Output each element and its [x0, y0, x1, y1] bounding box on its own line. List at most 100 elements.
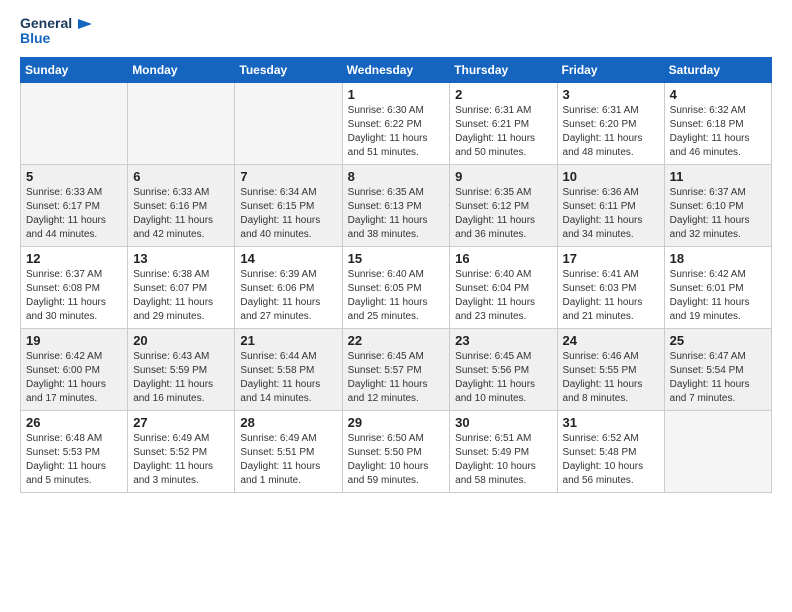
weekday-header-saturday: Saturday [664, 57, 771, 82]
calendar-cell: 19 Sunrise: 6:42 AM Sunset: 6:00 PM Dayli… [21, 328, 128, 410]
calendar-cell: 9Sunrise: 6:35 AM Sunset: 6:12 PM Daylig… [450, 164, 557, 246]
calendar-cell: 25 Sunrise: 6:47 AM Sunset: 5:54 PM Dayli… [664, 328, 771, 410]
day-info: Sunrise: 6:50 AM Sunset: 5:50 PM Dayligh… [348, 432, 445, 488]
calendar-week-row: 19 Sunrise: 6:42 AM Sunset: 6:00 PM Dayli… [21, 328, 772, 410]
calendar-cell: 15 Sunrise: 6:40 AM Sunset: 6:05 PM Dayli… [342, 246, 450, 328]
day-info: Sunrise: 6:46 AM Sunset: 5:55 PM Dayligh… [563, 350, 659, 406]
day-info: Sunrise: 6:36 AM Sunset: 6:11 PM Dayligh… [563, 186, 659, 242]
calendar-cell: 29 Sunrise: 6:50 AM Sunset: 5:50 PM Dayli… [342, 410, 450, 492]
day-number: 6 [133, 169, 229, 184]
day-number: 31 [563, 415, 659, 430]
calendar-cell: 3Sunrise: 6:31 AM Sunset: 6:20 PM Daylig… [557, 82, 664, 164]
day-number: 24 [563, 333, 659, 348]
day-number: 25 [670, 333, 766, 348]
day-number: 20 [133, 333, 229, 348]
page: General Blue SundayMondayTuesdayWednesda… [0, 0, 792, 612]
day-number: 2 [455, 87, 551, 102]
day-info: Sunrise: 6:45 AM Sunset: 5:56 PM Dayligh… [455, 350, 551, 406]
day-info: Sunrise: 6:39 AM Sunset: 6:06 PM Dayligh… [240, 268, 336, 324]
day-number: 19 [26, 333, 122, 348]
day-info: Sunrise: 6:44 AM Sunset: 5:58 PM Dayligh… [240, 350, 336, 406]
calendar-cell: 4 Sunrise: 6:32 AM Sunset: 6:18 PM Daylig… [664, 82, 771, 164]
calendar-cell: 12 Sunrise: 6:37 AM Sunset: 6:08 PM Dayli… [21, 246, 128, 328]
weekday-header-wednesday: Wednesday [342, 57, 450, 82]
calendar-cell [664, 410, 771, 492]
day-info: Sunrise: 6:47 AM Sunset: 5:54 PM Dayligh… [670, 350, 766, 406]
day-info: Sunrise: 6:52 AM Sunset: 5:48 PM Dayligh… [563, 432, 659, 488]
day-info: Sunrise: 6:41 AM Sunset: 6:03 PM Dayligh… [563, 268, 659, 324]
weekday-header-thursday: Thursday [450, 57, 557, 82]
day-info: Sunrise: 6:32 AM Sunset: 6:18 PM Dayligh… [670, 104, 766, 160]
calendar-cell: 24 Sunrise: 6:46 AM Sunset: 5:55 PM Dayli… [557, 328, 664, 410]
weekday-header-sunday: Sunday [21, 57, 128, 82]
day-number: 14 [240, 251, 336, 266]
header: General Blue [20, 16, 772, 47]
calendar-week-row: 1 Sunrise: 6:30 AM Sunset: 6:22 PM Daylig… [21, 82, 772, 164]
calendar-cell: 16 Sunrise: 6:40 AM Sunset: 6:04 PM Dayli… [450, 246, 557, 328]
day-number: 22 [348, 333, 445, 348]
calendar-cell: 14 Sunrise: 6:39 AM Sunset: 6:06 PM Dayli… [235, 246, 342, 328]
day-info: Sunrise: 6:49 AM Sunset: 5:52 PM Dayligh… [133, 432, 229, 488]
calendar-cell: 8 Sunrise: 6:35 AM Sunset: 6:13 PM Daylig… [342, 164, 450, 246]
day-info: Sunrise: 6:33 AM Sunset: 6:16 PM Dayligh… [133, 186, 229, 242]
day-info: Sunrise: 6:42 AM Sunset: 6:01 PM Dayligh… [670, 268, 766, 324]
calendar-cell: 2 Sunrise: 6:31 AM Sunset: 6:21 PM Daylig… [450, 82, 557, 164]
weekday-header-friday: Friday [557, 57, 664, 82]
day-number: 8 [348, 169, 445, 184]
day-info: Sunrise: 6:45 AM Sunset: 5:57 PM Dayligh… [348, 350, 445, 406]
day-number: 18 [670, 251, 766, 266]
day-number: 13 [133, 251, 229, 266]
weekday-header-tuesday: Tuesday [235, 57, 342, 82]
day-info: Sunrise: 6:30 AM Sunset: 6:22 PM Dayligh… [348, 104, 445, 160]
calendar-week-row: 5 Sunrise: 6:33 AM Sunset: 6:17 PM Daylig… [21, 164, 772, 246]
day-info: Sunrise: 6:40 AM Sunset: 6:05 PM Dayligh… [348, 268, 445, 324]
logo-text: General Blue [20, 16, 94, 47]
calendar-cell [21, 82, 128, 164]
day-number: 21 [240, 333, 336, 348]
day-number: 4 [670, 87, 766, 102]
day-number: 5 [26, 169, 122, 184]
day-info: Sunrise: 6:42 AM Sunset: 6:00 PM Dayligh… [26, 350, 122, 406]
day-info: Sunrise: 6:31 AM Sunset: 6:21 PM Dayligh… [455, 104, 551, 160]
day-info: Sunrise: 6:33 AM Sunset: 6:17 PM Dayligh… [26, 186, 122, 242]
day-number: 23 [455, 333, 551, 348]
calendar-cell: 10 Sunrise: 6:36 AM Sunset: 6:11 PM Dayli… [557, 164, 664, 246]
day-number: 30 [455, 415, 551, 430]
day-info: Sunrise: 6:37 AM Sunset: 6:10 PM Dayligh… [670, 186, 766, 242]
day-number: 17 [563, 251, 659, 266]
day-number: 29 [348, 415, 445, 430]
calendar-cell: 21 Sunrise: 6:44 AM Sunset: 5:58 PM Dayli… [235, 328, 342, 410]
day-info: Sunrise: 6:37 AM Sunset: 6:08 PM Dayligh… [26, 268, 122, 324]
day-info: Sunrise: 6:51 AM Sunset: 5:49 PM Dayligh… [455, 432, 551, 488]
day-number: 1 [348, 87, 445, 102]
day-number: 3 [563, 87, 659, 102]
day-info: Sunrise: 6:34 AM Sunset: 6:15 PM Dayligh… [240, 186, 336, 242]
calendar-cell [235, 82, 342, 164]
day-info: Sunrise: 6:38 AM Sunset: 6:07 PM Dayligh… [133, 268, 229, 324]
day-number: 26 [26, 415, 122, 430]
calendar-cell: 6 Sunrise: 6:33 AM Sunset: 6:16 PM Daylig… [128, 164, 235, 246]
day-info: Sunrise: 6:35 AM Sunset: 6:13 PM Dayligh… [348, 186, 445, 242]
day-info: Sunrise: 6:43 AM Sunset: 5:59 PM Dayligh… [133, 350, 229, 406]
calendar-cell: 22 Sunrise: 6:45 AM Sunset: 5:57 PM Dayli… [342, 328, 450, 410]
day-number: 12 [26, 251, 122, 266]
calendar-cell: 26 Sunrise: 6:48 AM Sunset: 5:53 PM Dayli… [21, 410, 128, 492]
logo: General Blue [20, 16, 94, 47]
day-number: 15 [348, 251, 445, 266]
day-number: 7 [240, 169, 336, 184]
calendar-cell: 7 Sunrise: 6:34 AM Sunset: 6:15 PM Daylig… [235, 164, 342, 246]
calendar-cell: 11Sunrise: 6:37 AM Sunset: 6:10 PM Dayli… [664, 164, 771, 246]
calendar-cell: 5 Sunrise: 6:33 AM Sunset: 6:17 PM Daylig… [21, 164, 128, 246]
day-number: 16 [455, 251, 551, 266]
calendar-cell [128, 82, 235, 164]
day-number: 9 [455, 169, 551, 184]
day-info: Sunrise: 6:40 AM Sunset: 6:04 PM Dayligh… [455, 268, 551, 324]
calendar-cell: 17 Sunrise: 6:41 AM Sunset: 6:03 PM Dayli… [557, 246, 664, 328]
calendar-cell: 31 Sunrise: 6:52 AM Sunset: 5:48 PM Dayli… [557, 410, 664, 492]
day-number: 10 [563, 169, 659, 184]
calendar-cell: 13 Sunrise: 6:38 AM Sunset: 6:07 PM Dayli… [128, 246, 235, 328]
calendar-cell: 28Sunrise: 6:49 AM Sunset: 5:51 PM Dayli… [235, 410, 342, 492]
weekday-header-monday: Monday [128, 57, 235, 82]
calendar-cell: 18 Sunrise: 6:42 AM Sunset: 6:01 PM Dayli… [664, 246, 771, 328]
day-info: Sunrise: 6:48 AM Sunset: 5:53 PM Dayligh… [26, 432, 122, 488]
